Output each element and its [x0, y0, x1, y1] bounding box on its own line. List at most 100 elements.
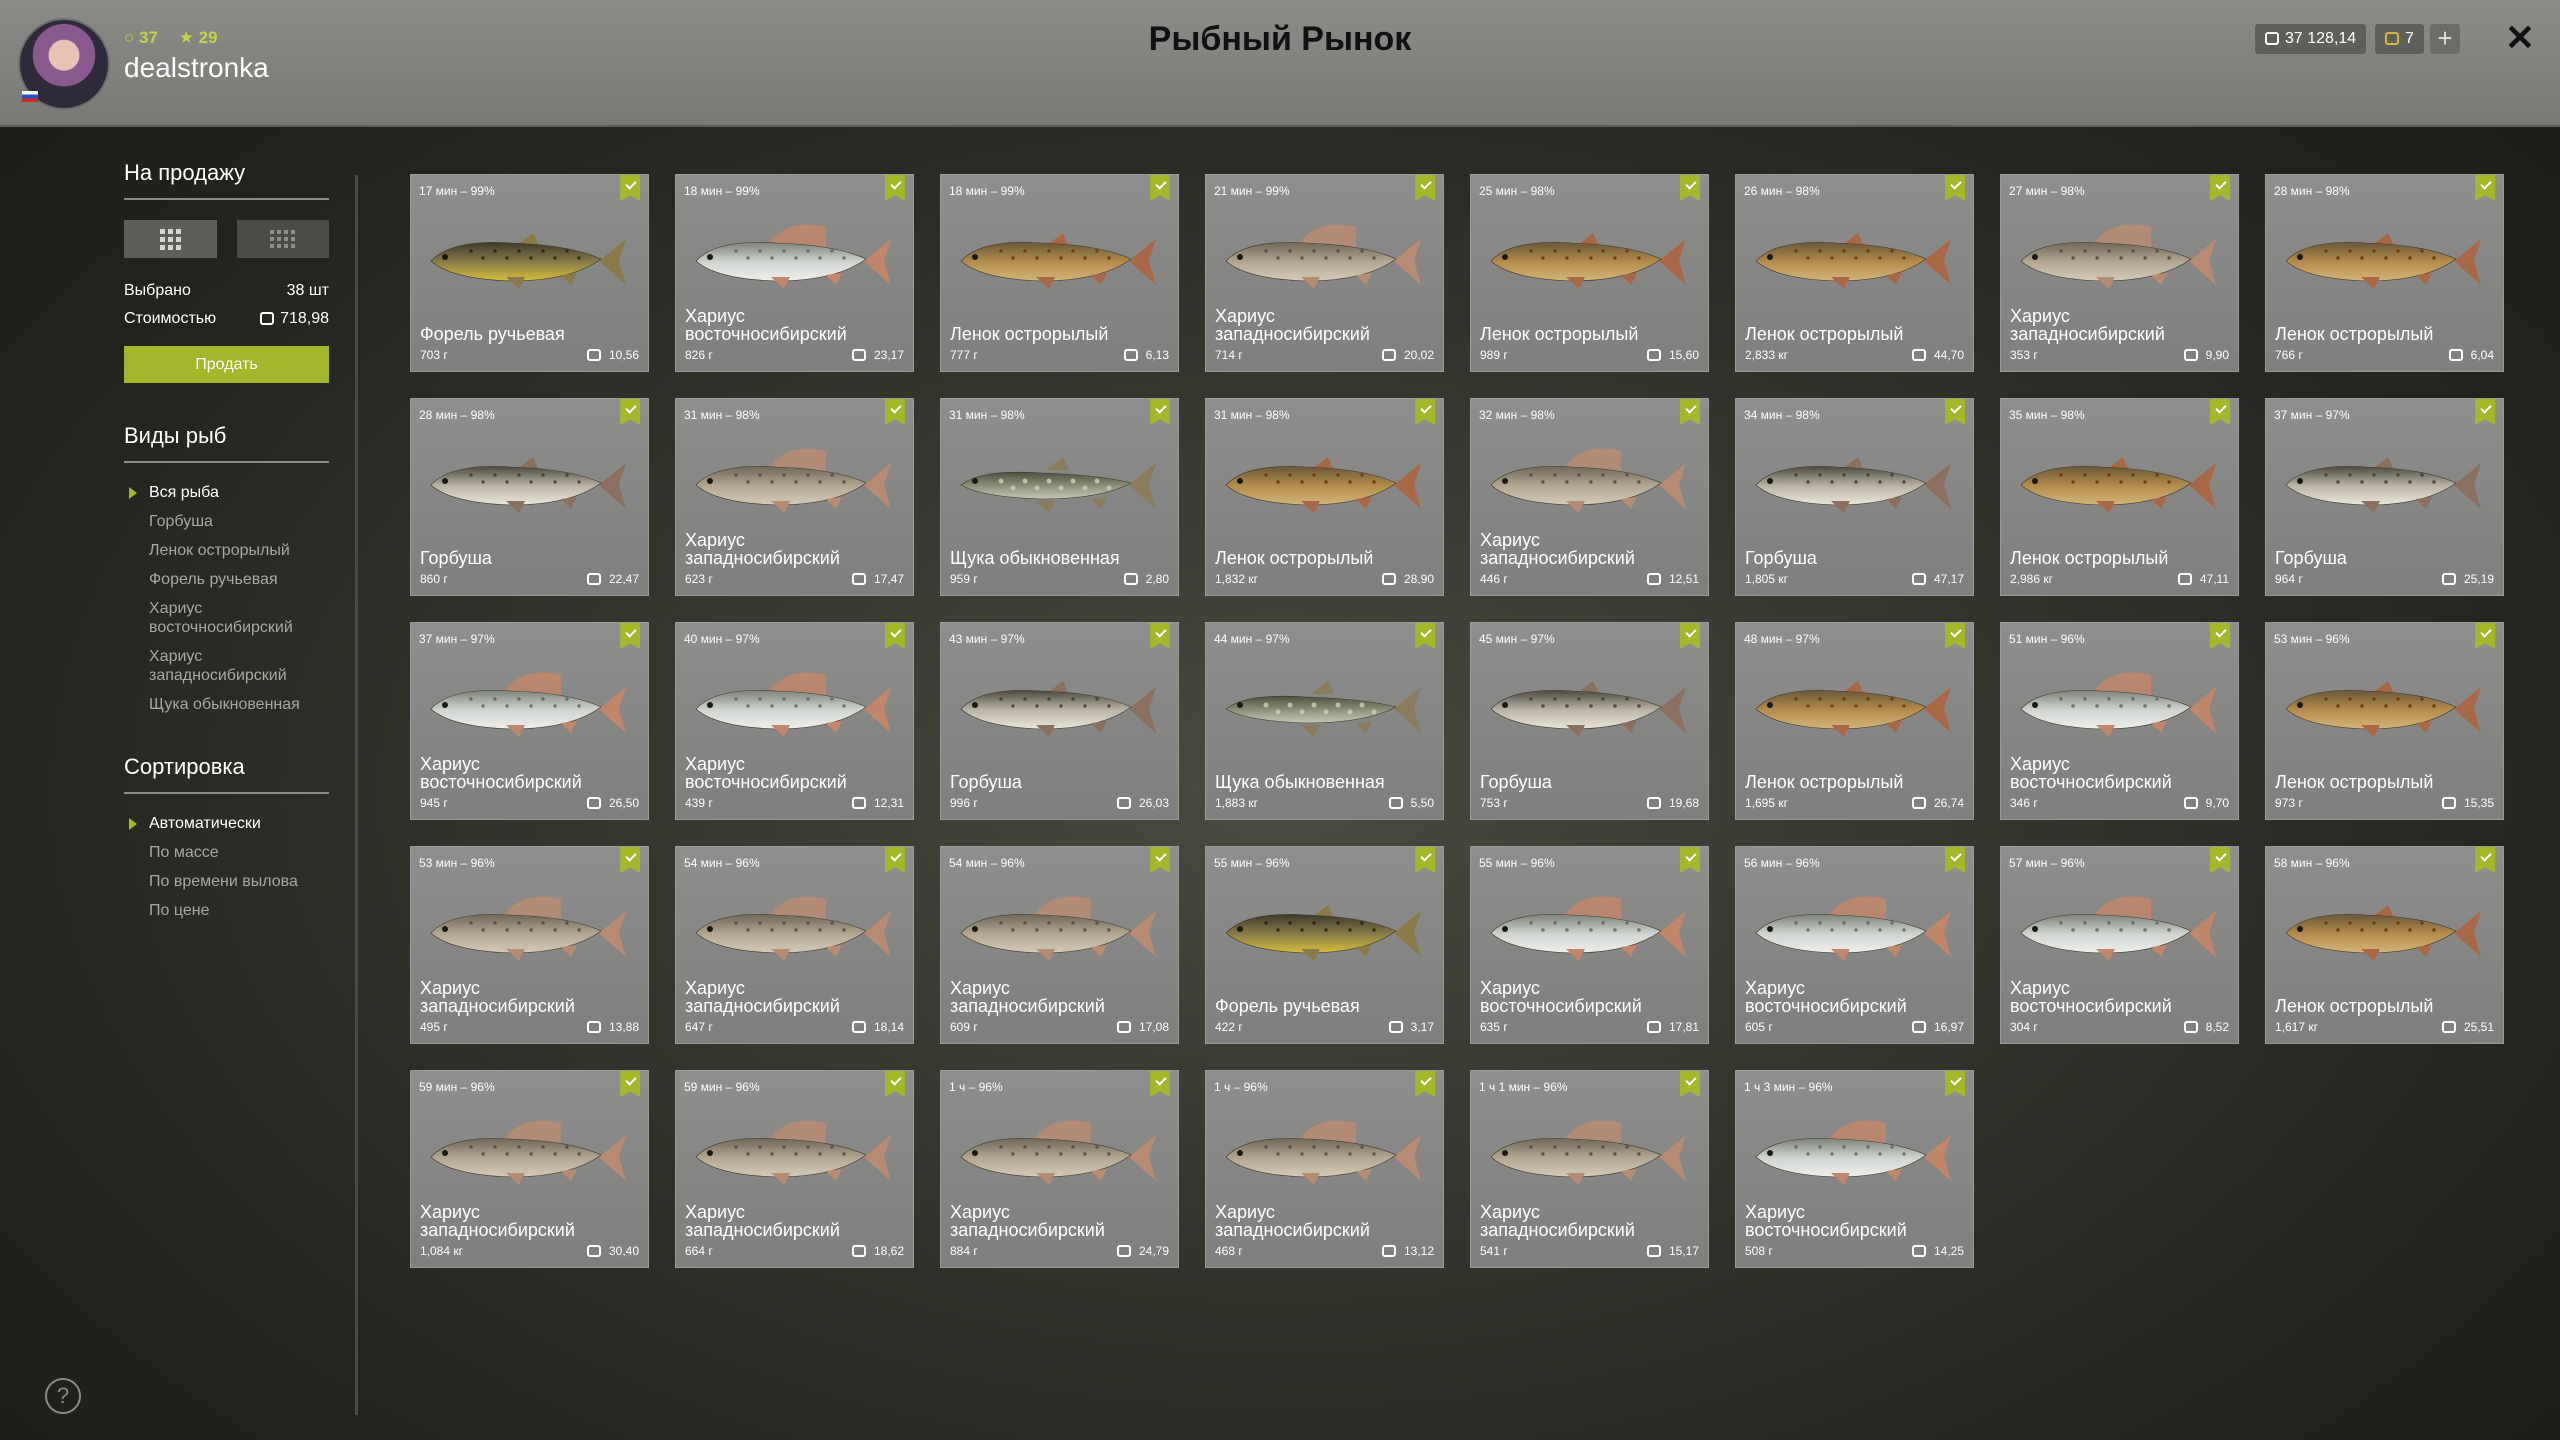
selected-check-icon[interactable]: [2475, 623, 2495, 649]
fish-card[interactable]: 37 мин – 97% Горбуша 964 г 25,19: [2265, 398, 2504, 596]
selected-check-icon[interactable]: [1150, 847, 1170, 873]
fish-card[interactable]: 1 ч – 96% Хариус западносибирский 468 г 13,…: [1205, 1070, 1444, 1268]
fish-card[interactable]: 26 мин – 98% Ленок острорылый 2,833 кг 44,7…: [1735, 174, 1974, 372]
fish-card[interactable]: 56 мин – 96% Хариус восточносибирский 605 …: [1735, 846, 1974, 1044]
small-grid-view-button[interactable]: [236, 220, 329, 258]
selected-check-icon[interactable]: [1945, 847, 1965, 873]
selected-check-icon[interactable]: [1415, 175, 1435, 201]
fish-card[interactable]: 44 мин – 97% Щука обыкновенная 1,883 кг 5,5…: [1205, 622, 1444, 820]
selected-check-icon[interactable]: [2210, 847, 2230, 873]
fish-card[interactable]: 34 мин – 98% Горбуша 1,805 кг 47,17: [1735, 398, 1974, 596]
fish-card[interactable]: 25 мин – 98% Ленок острорылый 989 г 15,60: [1470, 174, 1709, 372]
selected-check-icon[interactable]: [2210, 623, 2230, 649]
fish-card[interactable]: 54 мин – 96% Хариус западносибирский 647 г…: [675, 846, 914, 1044]
selected-check-icon[interactable]: [620, 623, 640, 649]
selected-check-icon[interactable]: [2475, 847, 2495, 873]
sort-option-2[interactable]: По времени вылова: [124, 872, 329, 891]
fish-card[interactable]: 31 мин – 98% Щука обыкновенная 959 г 2,80: [940, 398, 1179, 596]
fish-type-item-2[interactable]: Ленок острорылый: [124, 541, 329, 560]
selected-check-icon[interactable]: [885, 1071, 905, 1097]
fish-card[interactable]: 59 мин – 96% Хариус западносибирский 1,084…: [410, 1070, 649, 1268]
catch-time-quality: 58 мин – 96%: [2274, 856, 2350, 870]
fish-card[interactable]: 37 мин – 97% Хариус восточносибирский 945 …: [410, 622, 649, 820]
selected-check-icon[interactable]: [1945, 1071, 1965, 1097]
fish-card[interactable]: 55 мин – 96% Форель ручьевая 422 г 3,17: [1205, 846, 1444, 1044]
fish-card[interactable]: 53 мин – 96% Хариус западносибирский 495 г…: [410, 846, 649, 1044]
selected-check-icon[interactable]: [1150, 1071, 1170, 1097]
fish-card[interactable]: 54 мин – 96% Хариус западносибирский 609 г…: [940, 846, 1179, 1044]
fish-card[interactable]: 1 ч – 96% Хариус западносибирский 884 г 24,…: [940, 1070, 1179, 1268]
selected-check-icon[interactable]: [1680, 847, 1700, 873]
fish-card[interactable]: 31 мин – 98% Хариус западносибирский 623 г…: [675, 398, 914, 596]
fish-weight: 959 г: [950, 572, 978, 586]
fish-name: Хариус восточносибирский: [685, 306, 847, 344]
selected-check-icon[interactable]: [1680, 623, 1700, 649]
sort-option-0[interactable]: Автоматически: [124, 814, 329, 833]
selected-check-icon[interactable]: [1415, 623, 1435, 649]
selected-check-icon[interactable]: [1150, 399, 1170, 425]
fish-card[interactable]: 32 мин – 98% Хариус западносибирский 446 г…: [1470, 398, 1709, 596]
fish-card[interactable]: 43 мин – 97% Горбуша 996 г 26,03: [940, 622, 1179, 820]
sell-button[interactable]: Продать: [124, 346, 329, 383]
selected-check-icon[interactable]: [1945, 175, 1965, 201]
selected-check-icon[interactable]: [620, 175, 640, 201]
selected-check-icon[interactable]: [620, 399, 640, 425]
fish-card[interactable]: 1 ч 1 мин – 96% Хариус западносибирский 54…: [1470, 1070, 1709, 1268]
fish-price-value: 26,03: [1138, 796, 1169, 810]
fish-card[interactable]: 27 мин – 98% Хариус западносибирский 353 г…: [2000, 174, 2239, 372]
selected-check-icon[interactable]: [1415, 399, 1435, 425]
fish-card[interactable]: 55 мин – 96% Хариус восточносибирский 635 …: [1470, 846, 1709, 1044]
fish-price: 13,12: [1381, 1244, 1434, 1258]
selected-check-icon[interactable]: [1680, 1071, 1700, 1097]
fish-card[interactable]: 45 мин – 97% Горбуша 753 г 19,68: [1470, 622, 1709, 820]
fish-type-item-4[interactable]: Хариус восточносибирский: [124, 599, 329, 637]
selected-check-icon[interactable]: [2475, 399, 2495, 425]
fish-card[interactable]: 28 мин – 98% Ленок острорылый 766 г 6,04: [2265, 174, 2504, 372]
fish-price-value: 26,74: [1933, 796, 1964, 810]
fish-card[interactable]: 48 мин – 97% Ленок острорылый 1,695 кг 26,7…: [1735, 622, 1974, 820]
fish-type-item-6[interactable]: Щука обыкновенная: [124, 695, 329, 714]
selected-check-icon[interactable]: [1680, 175, 1700, 201]
selected-check-icon[interactable]: [1680, 399, 1700, 425]
fish-card[interactable]: 18 мин – 99% Ленок острорылый 777 г 6,13: [940, 174, 1179, 372]
selected-check-icon[interactable]: [620, 1071, 640, 1097]
fish-price-value: 13,12: [1403, 1244, 1434, 1258]
fish-card[interactable]: 31 мин – 98% Ленок острорылый 1,832 кг 28,9…: [1205, 398, 1444, 596]
selected-check-icon[interactable]: [1945, 399, 1965, 425]
fish-card[interactable]: 28 мин – 98% Горбуша 860 г 22,47: [410, 398, 649, 596]
fish-card[interactable]: 18 мин – 99% Хариус восточносибирский 826 …: [675, 174, 914, 372]
fish-card[interactable]: 58 мин – 96% Ленок острорылый 1,617 кг 25,5…: [2265, 846, 2504, 1044]
selected-check-icon[interactable]: [885, 623, 905, 649]
selected-check-icon[interactable]: [1415, 847, 1435, 873]
selected-check-icon[interactable]: [885, 847, 905, 873]
selected-check-icon[interactable]: [2210, 399, 2230, 425]
fish-type-item-5[interactable]: Хариус западносибирский: [124, 647, 329, 685]
selected-check-icon[interactable]: [2475, 175, 2495, 201]
fish-card[interactable]: 35 мин – 98% Ленок острорылый 2,986 кг 47,1…: [2000, 398, 2239, 596]
sort-option-3[interactable]: По цене: [124, 901, 329, 920]
fish-type-item-0[interactable]: Вся рыба: [124, 483, 329, 502]
selected-check-icon[interactable]: [1150, 175, 1170, 201]
selected-check-icon[interactable]: [620, 847, 640, 873]
fish-card[interactable]: 40 мин – 97% Хариус восточносибирский 439 …: [675, 622, 914, 820]
close-button[interactable]: ✕: [2500, 18, 2540, 58]
fish-card[interactable]: 1 ч 3 мин – 96% Хариус восточносибирский 5…: [1735, 1070, 1974, 1268]
fish-card[interactable]: 57 мин – 96% Хариус восточносибирский 304 …: [2000, 846, 2239, 1044]
help-button[interactable]: ?: [45, 1378, 81, 1414]
selected-check-icon[interactable]: [1945, 623, 1965, 649]
fish-type-item-3[interactable]: Форель ручьевая: [124, 570, 329, 589]
fish-card[interactable]: 53 мин – 96% Ленок острорылый 973 г 15,35: [2265, 622, 2504, 820]
selected-check-icon[interactable]: [885, 175, 905, 201]
fish-card[interactable]: 51 мин – 96% Хариус восточносибирский 346 …: [2000, 622, 2239, 820]
selected-check-icon[interactable]: [2210, 175, 2230, 201]
sort-option-1[interactable]: По массе: [124, 843, 329, 862]
selected-check-icon[interactable]: [885, 399, 905, 425]
fish-card[interactable]: 17 мин – 99% Форель ручьевая 703 г 10,56: [410, 174, 649, 372]
fish-type-item-1[interactable]: Горбуша: [124, 512, 329, 531]
fish-card[interactable]: 21 мин – 99% Хариус западносибирский 714 г…: [1205, 174, 1444, 372]
large-grid-view-button[interactable]: [124, 220, 217, 258]
add-currency-button[interactable]: +: [2430, 24, 2460, 54]
selected-check-icon[interactable]: [1415, 1071, 1435, 1097]
fish-card[interactable]: 59 мин – 96% Хариус западносибирский 664 г…: [675, 1070, 914, 1268]
selected-check-icon[interactable]: [1150, 623, 1170, 649]
